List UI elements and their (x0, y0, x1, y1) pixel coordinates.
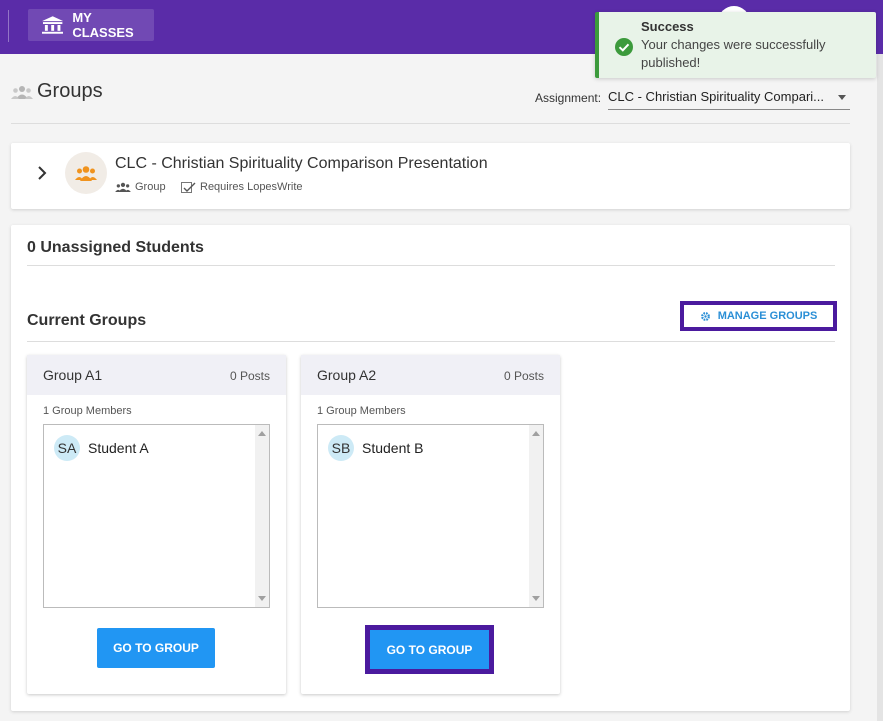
divider (27, 265, 835, 266)
go-to-group-button[interactable]: GO TO GROUP (370, 630, 489, 669)
toast-title: Success (641, 19, 694, 34)
page-scrollbar[interactable] (877, 54, 883, 721)
group-post-count: 0 Posts (229, 369, 270, 383)
divider (11, 123, 850, 124)
page-title: Groups (37, 80, 103, 102)
current-groups-heading: Current Groups (27, 312, 147, 329)
scroll-up-icon[interactable] (532, 431, 540, 436)
institution-icon (42, 16, 64, 34)
assignment-select[interactable]: CLC - Christian Spirituality Compari... (608, 86, 850, 110)
group-member-count: 1 Group Members (43, 405, 132, 417)
assignment-type: Group (115, 181, 166, 193)
group-icon (115, 182, 131, 192)
gear-icon (700, 311, 710, 321)
scroll-up-icon[interactable] (258, 431, 266, 436)
lopeswrite-label: Requires LopesWrite (200, 181, 303, 193)
group-name: Group A1 (43, 367, 103, 383)
list-item[interactable]: SA Student A (54, 435, 149, 461)
scroll-down-icon[interactable] (532, 596, 540, 601)
member-list[interactable]: SB Student B (317, 424, 544, 608)
assignment-type-label: Group (135, 181, 166, 193)
my-classes-label: MY CLASSES (72, 10, 134, 40)
go-to-group-highlight: GO TO GROUP (365, 625, 494, 674)
group-icon (75, 166, 97, 181)
my-classes-button[interactable]: MY CLASSES (28, 9, 154, 41)
member-name: Student A (88, 440, 149, 456)
chevron-right-icon[interactable] (37, 165, 47, 181)
group-card-header: Group A2 0 Posts (301, 355, 560, 395)
member-list[interactable]: SA Student A (43, 424, 270, 608)
lopeswrite-requirement: Requires LopesWrite (181, 181, 303, 193)
group-card-header: Group A1 0 Posts (27, 355, 286, 395)
list-scrollbar[interactable] (529, 425, 543, 607)
group-card: Group A1 0 Posts 1 Group Members SA Stud… (27, 355, 286, 694)
groups-panel: 0 Unassigned Students Current Groups MAN… (11, 225, 850, 711)
success-toast[interactable]: Success Your changes were successfully p… (595, 12, 876, 78)
go-to-group-button[interactable]: GO TO GROUP (97, 628, 215, 668)
assignment-title: CLC - Christian Spirituality Comparison … (115, 155, 488, 172)
assignment-label: Assignment: (535, 91, 602, 105)
group-name: Group A2 (317, 367, 377, 383)
check-circle-icon (615, 38, 633, 56)
assignment-group-avatar (65, 152, 107, 194)
assignment-selected-value: CLC - Christian Spirituality Compari... (608, 89, 825, 104)
member-name: Student B (362, 440, 424, 456)
divider (27, 341, 835, 342)
member-avatar: SB (328, 435, 354, 461)
assignment-card: CLC - Christian Spirituality Comparison … (11, 143, 850, 209)
toast-message: Your changes were successfully published… (641, 37, 826, 70)
manage-groups-label: MANAGE GROUPS (717, 310, 818, 322)
list-scrollbar[interactable] (255, 425, 269, 607)
group-member-count: 1 Group Members (317, 405, 406, 417)
group-card: Group A2 0 Posts 1 Group Members SB Stud… (301, 355, 560, 694)
caret-down-icon (838, 95, 846, 100)
manage-groups-button[interactable]: MANAGE GROUPS (680, 301, 837, 331)
group-post-count: 0 Posts (503, 369, 544, 383)
lopeswrite-icon (181, 181, 196, 193)
list-item[interactable]: SB Student B (328, 435, 424, 461)
group-icon (11, 86, 33, 99)
scroll-down-icon[interactable] (258, 596, 266, 601)
navbar-divider (8, 10, 9, 42)
unassigned-students-heading: 0 Unassigned Students (27, 239, 204, 256)
member-avatar: SA (54, 435, 80, 461)
